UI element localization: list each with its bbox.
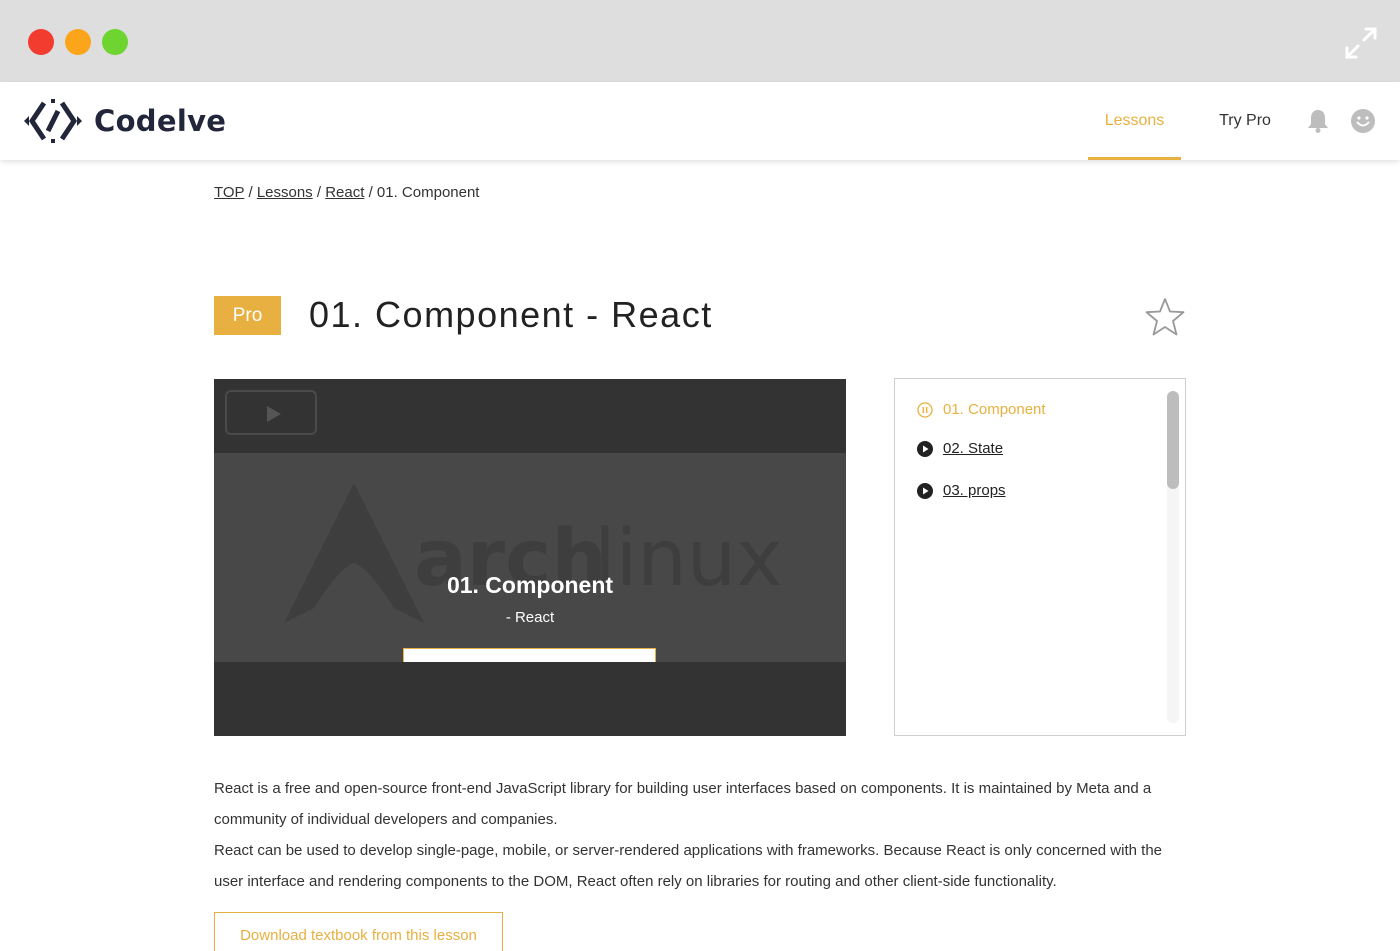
page-title: 01. Component - React bbox=[309, 294, 713, 335]
playlist-scrollbar-thumb[interactable] bbox=[1167, 391, 1179, 489]
play-circle-icon bbox=[917, 482, 933, 499]
description-paragraph: React is a free and open-source front-en… bbox=[214, 780, 1152, 828]
minimize-window-button[interactable] bbox=[65, 29, 91, 55]
download-textbook-button[interactable]: Download textbook from this lesson bbox=[214, 912, 503, 951]
pro-badge: Pro bbox=[214, 296, 281, 335]
video-play-button[interactable] bbox=[225, 390, 317, 435]
window-titlebar bbox=[0, 0, 1400, 82]
lesson-description: React is a free and open-source front-en… bbox=[214, 773, 1194, 897]
play-circle-icon bbox=[917, 440, 933, 457]
playlist-item-component[interactable]: 01. Component bbox=[917, 401, 1046, 418]
playlist-item-state[interactable]: 02. State bbox=[917, 440, 1003, 457]
close-window-button[interactable] bbox=[28, 29, 54, 55]
video-player[interactable]: arch linux 01. Component - React Strat l… bbox=[214, 379, 846, 736]
description-paragraph: React can be used to develop single-page… bbox=[214, 842, 1163, 890]
code-diamond-logo-icon bbox=[24, 99, 82, 143]
site-header: Codelve Lessons Try Pro bbox=[0, 82, 1400, 160]
start-lesson-button[interactable]: Strat lesson bbox=[403, 648, 656, 662]
playlist-item-label: 03. props bbox=[943, 482, 1006, 499]
video-overlay-title: 01. Component bbox=[446, 572, 614, 598]
lesson-playlist: 01. Component 02. State 03. props bbox=[894, 378, 1186, 736]
pause-circle-icon bbox=[917, 401, 933, 418]
playlist-scrollbar[interactable] bbox=[1167, 391, 1179, 723]
smiley-face-icon[interactable] bbox=[1351, 109, 1375, 133]
video-overlay-subtitle: - React bbox=[505, 609, 555, 626]
breadcrumb-current: 01. Component bbox=[376, 184, 480, 201]
breadcrumb-top-link[interactable]: TOP bbox=[214, 184, 244, 201]
breadcrumb-react-link[interactable]: React bbox=[325, 184, 364, 201]
logo-text: Codelve bbox=[94, 104, 227, 138]
nav-lessons[interactable]: Lessons bbox=[1088, 82, 1181, 160]
nav-try-pro[interactable]: Try Pro bbox=[1205, 82, 1285, 160]
breadcrumb-separator: / bbox=[248, 184, 253, 201]
breadcrumb-separator: / bbox=[368, 184, 373, 201]
play-icon bbox=[267, 406, 281, 422]
expand-arrows-icon[interactable] bbox=[1344, 26, 1378, 60]
video-thumbnail: arch linux 01. Component - React Strat l… bbox=[214, 453, 846, 662]
maximize-window-button[interactable] bbox=[102, 29, 128, 55]
site-logo[interactable]: Codelve bbox=[22, 97, 226, 145]
playlist-item-label: 02. State bbox=[943, 440, 1004, 457]
favorite-star-icon[interactable] bbox=[1145, 297, 1185, 337]
playlist-item-props[interactable]: 03. props bbox=[917, 482, 1006, 499]
breadcrumb: TOP / Lessons / React / 01. Component bbox=[214, 184, 479, 201]
breadcrumb-lessons-link[interactable]: Lessons bbox=[257, 184, 313, 201]
playlist-item-label: 01. Component bbox=[943, 401, 1046, 418]
breadcrumb-separator: / bbox=[316, 184, 322, 201]
bell-icon[interactable] bbox=[1305, 108, 1331, 134]
